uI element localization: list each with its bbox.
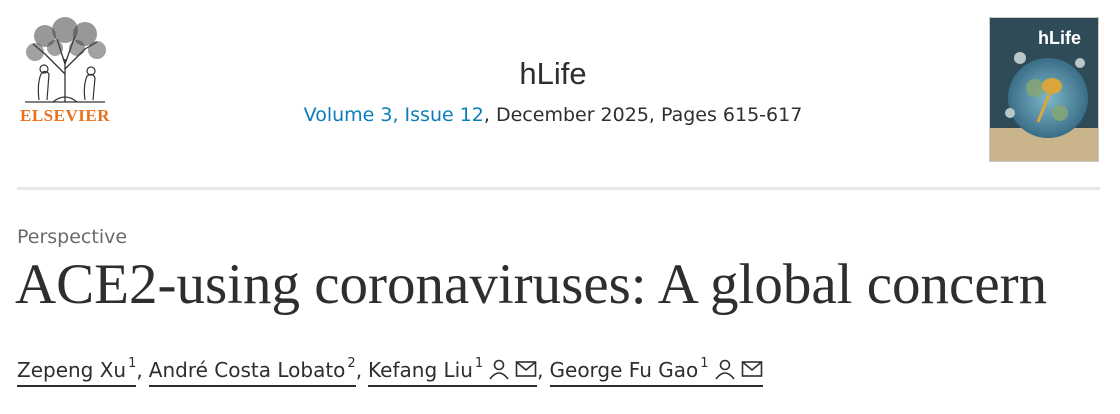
author-link[interactable]: George Fu Gao 1 [549, 356, 763, 387]
author-separator: , [355, 358, 363, 382]
author-affiliation: 1 [474, 356, 484, 371]
author-list: Zepeng Xu 1, André Costa Lobato 2, Kefang Li… [17, 356, 763, 387]
journal-info: hLife Volume 3, Issue 12, December 2025,… [220, 56, 886, 126]
header-divider [17, 187, 1100, 190]
author-link[interactable]: André Costa Lobato 2 [148, 356, 356, 387]
author-link[interactable]: Zepeng Xu 1 [17, 356, 137, 387]
author-name: André Costa Lobato [148, 358, 346, 382]
author-name: Zepeng Xu [17, 358, 127, 382]
journal-title-link[interactable]: hLife [220, 56, 886, 92]
publisher-name: ELSEVIER [20, 106, 110, 125]
author-affiliation: 2 [347, 356, 356, 371]
article-type: Perspective [17, 226, 128, 248]
issue-line: Volume 3, Issue 12, December 2025, Pages… [220, 104, 886, 126]
elsevier-tree-icon [25, 17, 106, 103]
author-name: Kefang Liu [368, 358, 473, 382]
author-link[interactable]: Kefang Liu 1 [368, 356, 538, 387]
issue-link[interactable]: Volume 3, Issue 12 [304, 104, 484, 126]
author-affiliation: 1 [700, 356, 709, 371]
mail-icon [741, 361, 762, 377]
author-separator: , [537, 358, 544, 382]
issue-date-pages: , December 2025, Pages 615-617 [483, 104, 803, 126]
author-name: George Fu Gao [549, 358, 699, 382]
person-icon [489, 359, 509, 380]
author-affiliation: 1 [128, 356, 137, 371]
article-title: ACE2-using coronaviruses: A global conce… [15, 253, 1048, 316]
cover-title: hLife [1038, 28, 1081, 48]
mail-icon [515, 361, 537, 377]
journal-cover-image[interactable]: hLife [989, 17, 1099, 162]
person-icon [714, 359, 735, 380]
author-separator: , [136, 358, 143, 382]
